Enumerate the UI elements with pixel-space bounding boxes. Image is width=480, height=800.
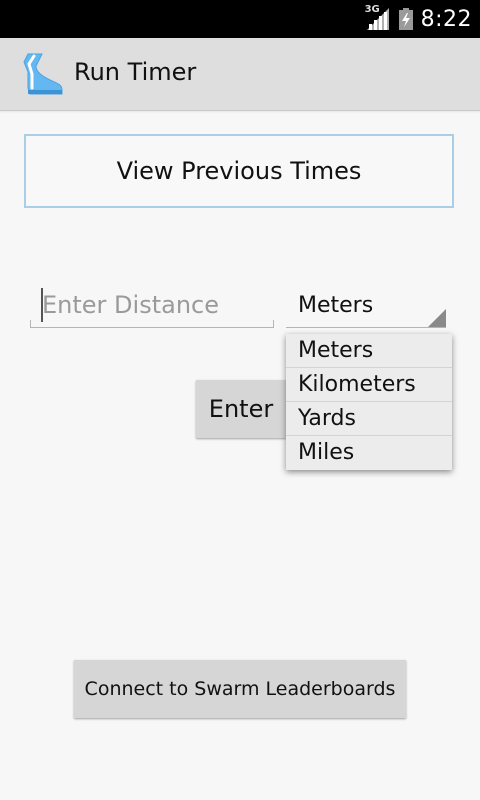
signal-icon: 3G [364,4,391,32]
unit-spinner-underline [286,327,446,328]
connect-swarm-leaderboards-label: Connect to Swarm Leaderboards [84,678,396,700]
battery-icon [398,8,413,30]
distance-input-underline [30,320,274,328]
unit-spinner[interactable]: Meters [286,284,446,328]
enter-button[interactable]: Enter [196,380,286,438]
shoe-icon[interactable] [22,52,64,96]
view-previous-times-label: View Previous Times [116,157,362,185]
enter-button-label: Enter [208,395,274,423]
unit-spinner-selected: Meters [298,293,374,318]
view-previous-times-button[interactable]: View Previous Times [24,134,454,208]
unit-option-kilometers[interactable]: Kilometers [286,368,452,402]
screen: 3G 8:22 Run Timer View Previous Times En… [0,0,480,800]
unit-dropdown-list: Meters Kilometers Yards Miles [286,334,452,470]
app-title: Run Timer [74,58,197,86]
dropdown-arrow-icon [428,309,446,327]
unit-option-meters[interactable]: Meters [286,334,452,368]
action-bar: Run Timer [0,38,480,111]
unit-option-yards[interactable]: Yards [286,402,452,436]
connect-swarm-leaderboards-button[interactable]: Connect to Swarm Leaderboards [74,660,406,718]
unit-option-miles[interactable]: Miles [286,436,452,470]
status-bar: 3G 8:22 [0,0,480,38]
text-cursor [41,288,43,322]
status-right: 3G 8:22 [365,0,472,38]
distance-input-wrap [30,284,274,328]
status-time: 8:22 [420,6,472,32]
network-label: 3G [364,4,380,15]
